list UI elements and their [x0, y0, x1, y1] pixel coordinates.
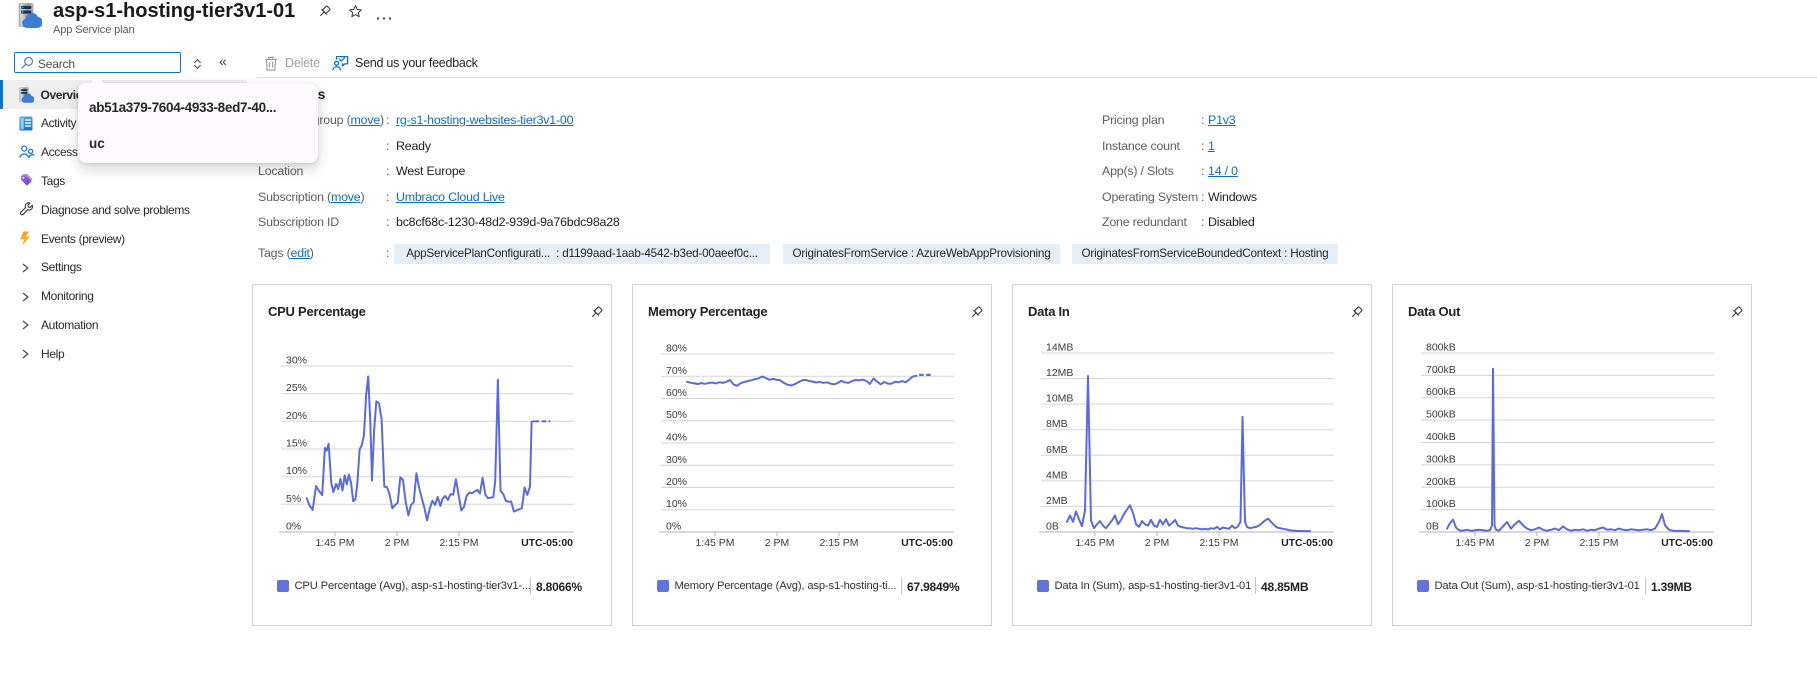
svg-text:UTC-05:00: UTC-05:00 — [521, 537, 573, 549]
svg-text:60%: 60% — [666, 387, 687, 399]
svg-text:15%: 15% — [286, 438, 307, 450]
svg-text:2 PM: 2 PM — [385, 537, 410, 549]
svg-text:50%: 50% — [666, 409, 687, 421]
svg-text:25%: 25% — [286, 382, 307, 394]
svg-text:6MB: 6MB — [1046, 444, 1068, 456]
svg-text:800kB: 800kB — [1426, 342, 1456, 354]
svg-text:30%: 30% — [666, 454, 687, 466]
svg-text:4MB: 4MB — [1046, 469, 1068, 481]
svg-text:1:45 PM: 1:45 PM — [695, 537, 734, 549]
svg-text:70%: 70% — [666, 365, 687, 377]
svg-text:10%: 10% — [286, 465, 307, 477]
svg-text:1:45 PM: 1:45 PM — [1075, 537, 1114, 549]
svg-text:2:15 PM: 2:15 PM — [439, 537, 478, 549]
svg-text:2:15 PM: 2:15 PM — [819, 537, 858, 549]
svg-text:2:15 PM: 2:15 PM — [1199, 537, 1238, 549]
svg-text:2 PM: 2 PM — [765, 537, 790, 549]
svg-text:300kB: 300kB — [1426, 453, 1456, 465]
svg-text:2 PM: 2 PM — [1525, 537, 1550, 549]
svg-text:600kB: 600kB — [1426, 386, 1456, 398]
svg-text:30%: 30% — [286, 355, 307, 367]
svg-text:12MB: 12MB — [1046, 367, 1073, 379]
svg-text:UTC-05:00: UTC-05:00 — [901, 537, 953, 549]
svg-text:40%: 40% — [666, 432, 687, 444]
svg-text:500kB: 500kB — [1426, 409, 1456, 421]
svg-text:UTC-05:00: UTC-05:00 — [1281, 537, 1333, 549]
svg-text:2MB: 2MB — [1046, 495, 1068, 507]
svg-text:700kB: 700kB — [1426, 364, 1456, 376]
svg-text:5%: 5% — [286, 493, 301, 505]
svg-text:20%: 20% — [286, 410, 307, 422]
svg-text:20%: 20% — [666, 476, 687, 488]
svg-text:0%: 0% — [666, 521, 681, 533]
svg-text:0B: 0B — [1426, 521, 1439, 533]
svg-text:200kB: 200kB — [1426, 476, 1456, 488]
svg-text:400kB: 400kB — [1426, 431, 1456, 443]
svg-text:UTC-05:00: UTC-05:00 — [1661, 537, 1713, 549]
svg-text:2:15 PM: 2:15 PM — [1579, 537, 1618, 549]
svg-text:1:45 PM: 1:45 PM — [315, 537, 354, 549]
svg-text:80%: 80% — [666, 343, 687, 355]
svg-text:0B: 0B — [1046, 521, 1059, 533]
svg-text:0%: 0% — [286, 521, 301, 533]
svg-text:14MB: 14MB — [1046, 342, 1073, 354]
svg-text:100kB: 100kB — [1426, 498, 1456, 510]
svg-text:10MB: 10MB — [1046, 393, 1073, 405]
svg-text:10%: 10% — [666, 498, 687, 510]
svg-text:1:45 PM: 1:45 PM — [1455, 537, 1494, 549]
svg-text:2 PM: 2 PM — [1145, 537, 1170, 549]
svg-text:8MB: 8MB — [1046, 418, 1068, 430]
